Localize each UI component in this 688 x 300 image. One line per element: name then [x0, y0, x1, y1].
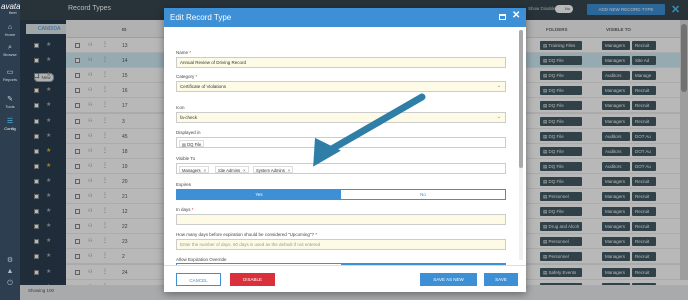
visible-to-tag: Site Admins × [215, 166, 249, 173]
window-icon[interactable] [499, 14, 506, 20]
nav-label: Browse [3, 52, 17, 57]
displayed-in-label: Displayed in [176, 130, 201, 135]
upcoming-days-field[interactable]: Enter the number of days. 60 days is use… [176, 239, 506, 250]
nav-label: Tools [5, 104, 15, 109]
visible-to-tag: Managers × [179, 166, 210, 173]
close-icon[interactable]: ✕ [512, 10, 520, 21]
nav-item-config[interactable]: ☰ Config [0, 118, 20, 131]
in-days-field[interactable] [176, 214, 506, 225]
nav-item-browse[interactable]: ⌕ Browse [0, 44, 20, 57]
logout-icon[interactable]: ⏻ [4, 280, 16, 288]
displayed-in-field[interactable]: ▤ DQ File [176, 137, 506, 148]
dialog-header: Edit Record Type ✕ [164, 8, 526, 27]
search-icon: ⌕ [8, 44, 12, 51]
expires-toggle: Yes No [176, 189, 506, 200]
in-days-label: In days * [176, 207, 194, 212]
folder-icon: ▭ [6, 69, 14, 76]
disable-button[interactable]: DISABLE [230, 273, 275, 286]
upcoming-label: How many days before expiration should b… [176, 232, 318, 237]
dialog-footer: CANCEL DISABLE SAVE AS NEW SAVE [164, 265, 526, 292]
chevron-down-icon: ⌄ [496, 83, 501, 89]
visible-to-tag: System Admins × [253, 166, 294, 173]
save-as-new-button[interactable]: SAVE AS NEW [420, 273, 477, 286]
visible-to-field[interactable]: Managers × Site Admins × System Admins × [176, 163, 506, 174]
nav-item-home[interactable]: ⌂ Home [0, 24, 20, 37]
dialog-title: Edit Record Type [170, 13, 232, 22]
nav-label: Reports [2, 77, 17, 82]
wrench-icon: ✎ [7, 96, 13, 103]
cancel-button[interactable]: CANCEL [176, 273, 221, 286]
nav-label: Config [4, 126, 16, 131]
remove-tag-icon[interactable]: × [288, 168, 290, 173]
remove-tag-icon[interactable]: × [204, 168, 206, 173]
name-field[interactable]: Annual Review of Driving Record [176, 57, 506, 68]
displayed-in-tag: ▤ DQ File [179, 140, 205, 147]
nav-label: Home [4, 32, 16, 37]
icon-label: Icon [176, 105, 185, 110]
icon-select[interactable]: fa-check ⌄ [176, 112, 506, 123]
expires-no[interactable]: No [341, 190, 505, 199]
nav-item-tools[interactable]: ✎ Tools [0, 96, 20, 109]
visible-to-label: Visible To [176, 156, 196, 161]
chevron-down-icon: ⌄ [496, 114, 501, 120]
config-icon: ☰ [6, 118, 14, 125]
dialog-scrollbar[interactable] [519, 30, 523, 260]
remove-tag-icon[interactable]: × [243, 168, 245, 173]
nav-item-reports[interactable]: ▭ Reports [0, 69, 20, 82]
home-icon: ⌂ [7, 24, 13, 31]
category-label: Category * [176, 74, 198, 79]
alert-icon[interactable]: ▲ [4, 268, 16, 275]
category-select[interactable]: Certificate of Violations ⌄ [176, 81, 506, 92]
override-label: Allow Expiration Override [176, 257, 227, 262]
dialog-body: Name * Annual Review of Driving Record C… [164, 27, 526, 274]
save-button[interactable]: SAVE [484, 273, 518, 286]
left-nav: avatar fleet ⌂ Home ⌕ Browse ▭ Reports ✎… [0, 0, 23, 300]
gear-icon[interactable]: ⚙ [4, 256, 16, 264]
expires-label: Expires [176, 182, 192, 187]
expires-yes[interactable]: Yes [177, 190, 341, 199]
dialog-scroll-thumb[interactable] [519, 30, 523, 168]
name-label: Name * [176, 50, 192, 55]
edit-record-type-dialog: Edit Record Type ✕ Name * Annual Review … [164, 8, 526, 292]
